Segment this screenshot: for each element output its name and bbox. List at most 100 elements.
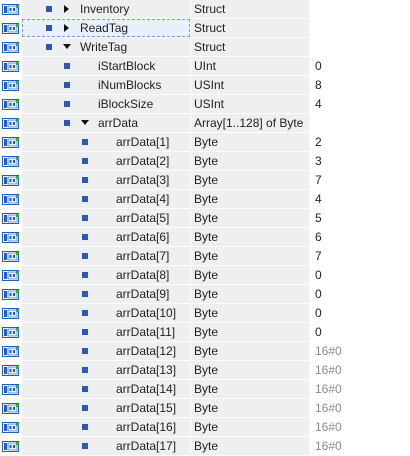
data-type-cell[interactable]: Byte bbox=[191, 152, 309, 170]
value-cell[interactable] bbox=[310, 38, 410, 56]
tree-row[interactable]: arrData[16] Byte 16#0 bbox=[0, 418, 410, 437]
tree-row[interactable]: arrData[8] Byte 0 bbox=[0, 266, 410, 285]
tree-row[interactable]: Inventory Struct bbox=[0, 0, 410, 19]
value-cell[interactable]: 3 bbox=[310, 152, 410, 170]
name-cell[interactable]: arrData[2] bbox=[22, 152, 190, 170]
tree-row[interactable]: arrData[17] Byte 16#0 bbox=[0, 437, 410, 456]
tree-row[interactable]: arrData[4] Byte 4 bbox=[0, 190, 410, 209]
data-type-cell[interactable]: Byte bbox=[191, 342, 309, 360]
data-type-cell[interactable]: Byte bbox=[191, 190, 309, 208]
data-type-cell[interactable]: Byte bbox=[191, 266, 309, 284]
name-cell[interactable]: arrData[12] bbox=[22, 342, 190, 360]
tree-row[interactable]: ReadTag Struct bbox=[0, 19, 410, 38]
tree-row[interactable]: arrData[6] Byte 6 bbox=[0, 228, 410, 247]
value-cell[interactable]: 7 bbox=[310, 247, 410, 265]
value-cell[interactable]: 0 bbox=[310, 266, 410, 284]
name-cell[interactable]: iBlockSize bbox=[22, 95, 190, 113]
tree-row[interactable]: iNumBlocks USInt 8 bbox=[0, 76, 410, 95]
name-cell[interactable]: arrData bbox=[22, 114, 190, 132]
name-cell[interactable]: arrData[16] bbox=[22, 418, 190, 436]
data-type-cell[interactable]: Array[1..128] of Byte bbox=[191, 114, 309, 132]
data-type-cell[interactable]: Byte bbox=[191, 171, 309, 189]
data-type-cell[interactable]: Byte bbox=[191, 323, 309, 341]
name-cell[interactable]: Inventory bbox=[22, 0, 190, 18]
data-type-cell[interactable]: Byte bbox=[191, 418, 309, 436]
data-type-cell[interactable]: Byte bbox=[191, 285, 309, 303]
tree-row[interactable]: arrData[3] Byte 7 bbox=[0, 171, 410, 190]
triangle-down-icon[interactable] bbox=[80, 114, 90, 132]
value-cell[interactable]: 16#0 bbox=[310, 399, 410, 417]
value-cell[interactable]: 2 bbox=[310, 133, 410, 151]
value-cell[interactable] bbox=[310, 19, 410, 37]
tree-row[interactable]: arrData[11] Byte 0 bbox=[0, 323, 410, 342]
value-cell[interactable]: 0 bbox=[310, 285, 410, 303]
data-type-cell[interactable]: Byte bbox=[191, 399, 309, 417]
name-cell[interactable]: arrData[3] bbox=[22, 171, 190, 189]
data-type-cell[interactable]: Byte bbox=[191, 437, 309, 455]
value-cell[interactable]: 16#0 bbox=[310, 380, 410, 398]
data-type-cell[interactable]: UInt bbox=[191, 57, 309, 75]
name-cell[interactable]: arrData[8] bbox=[22, 266, 190, 284]
data-type-cell[interactable]: Byte bbox=[191, 247, 309, 265]
tree-row[interactable]: arrData[9] Byte 0 bbox=[0, 285, 410, 304]
name-cell[interactable]: arrData[7] bbox=[22, 247, 190, 265]
data-type-cell[interactable]: Byte bbox=[191, 228, 309, 246]
name-cell[interactable]: arrData[14] bbox=[22, 380, 190, 398]
name-cell[interactable]: ReadTag bbox=[22, 19, 190, 37]
triangle-down-icon[interactable] bbox=[62, 38, 72, 56]
data-type-cell[interactable]: USInt bbox=[191, 76, 309, 94]
data-type-cell[interactable]: Byte bbox=[191, 304, 309, 322]
data-type-cell[interactable]: Struct bbox=[191, 38, 309, 56]
value-cell[interactable]: 5 bbox=[310, 209, 410, 227]
tree-row[interactable]: arrData[15] Byte 16#0 bbox=[0, 399, 410, 418]
value-cell[interactable]: 16#0 bbox=[310, 418, 410, 436]
name-cell[interactable]: iStartBlock bbox=[22, 57, 190, 75]
name-cell[interactable]: iNumBlocks bbox=[22, 76, 190, 94]
tree-row[interactable]: arrData[12] Byte 16#0 bbox=[0, 342, 410, 361]
value-cell[interactable]: 16#0 bbox=[310, 437, 410, 455]
name-cell[interactable]: arrData[17] bbox=[22, 437, 190, 455]
tree-row[interactable]: WriteTag Struct bbox=[0, 38, 410, 57]
name-cell[interactable]: arrData[13] bbox=[22, 361, 190, 379]
value-cell[interactable]: 6 bbox=[310, 228, 410, 246]
data-type-cell[interactable]: Struct bbox=[191, 0, 309, 18]
data-type-cell[interactable]: Byte bbox=[191, 209, 309, 227]
tree-row[interactable]: arrData[13] Byte 16#0 bbox=[0, 361, 410, 380]
name-cell[interactable]: arrData[11] bbox=[22, 323, 190, 341]
tree-row[interactable]: arrData[14] Byte 16#0 bbox=[0, 380, 410, 399]
value-cell[interactable]: 4 bbox=[310, 95, 410, 113]
tree-row[interactable]: arrData[1] Byte 2 bbox=[0, 133, 410, 152]
value-cell[interactable]: 0 bbox=[310, 57, 410, 75]
value-cell[interactable]: 16#0 bbox=[310, 361, 410, 379]
data-type-cell[interactable]: Byte bbox=[191, 133, 309, 151]
data-type-cell[interactable]: Byte bbox=[191, 380, 309, 398]
value-cell[interactable] bbox=[310, 0, 410, 18]
tree-row[interactable]: arrData[5] Byte 5 bbox=[0, 209, 410, 228]
tree-row[interactable]: arrData[7] Byte 7 bbox=[0, 247, 410, 266]
name-cell[interactable]: arrData[6] bbox=[22, 228, 190, 246]
tree-row[interactable]: arrData[10] Byte 0 bbox=[0, 304, 410, 323]
value-cell[interactable]: 0 bbox=[310, 323, 410, 341]
value-cell[interactable]: 7 bbox=[310, 171, 410, 189]
name-cell[interactable]: arrData[1] bbox=[22, 133, 190, 151]
value-cell[interactable] bbox=[310, 114, 410, 132]
triangle-right-icon[interactable] bbox=[62, 0, 72, 18]
name-cell[interactable]: arrData[10] bbox=[22, 304, 190, 322]
tree-row[interactable]: arrData[2] Byte 3 bbox=[0, 152, 410, 171]
tree-row[interactable]: iBlockSize USInt 4 bbox=[0, 95, 410, 114]
name-cell[interactable]: arrData[4] bbox=[22, 190, 190, 208]
data-type-cell[interactable]: Byte bbox=[191, 361, 309, 379]
value-cell[interactable]: 8 bbox=[310, 76, 410, 94]
value-cell[interactable]: 0 bbox=[310, 304, 410, 322]
tree-row[interactable]: iStartBlock UInt 0 bbox=[0, 57, 410, 76]
tree-row[interactable]: arrData Array[1..128] of Byte bbox=[0, 114, 410, 133]
value-cell[interactable]: 16#0 bbox=[310, 342, 410, 360]
name-cell[interactable]: WriteTag bbox=[22, 38, 190, 56]
data-type-cell[interactable]: USInt bbox=[191, 95, 309, 113]
name-cell[interactable]: arrData[9] bbox=[22, 285, 190, 303]
value-cell[interactable]: 4 bbox=[310, 190, 410, 208]
name-cell[interactable]: arrData[5] bbox=[22, 209, 190, 227]
data-type-cell[interactable]: Struct bbox=[191, 19, 309, 37]
triangle-right-icon[interactable] bbox=[62, 19, 72, 37]
name-cell[interactable]: arrData[15] bbox=[22, 399, 190, 417]
